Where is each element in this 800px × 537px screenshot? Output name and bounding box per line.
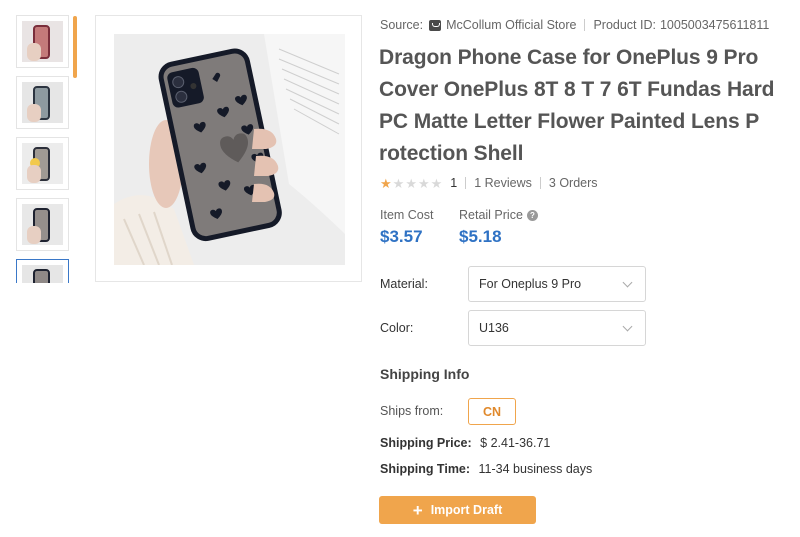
item-cost-label: Item Cost: [380, 208, 434, 222]
material-value: For Oneplus 9 Pro: [479, 277, 582, 291]
help-icon[interactable]: ?: [526, 209, 538, 221]
item-cost-block: Item Cost $3.57: [380, 208, 434, 247]
rating-value: 1: [450, 176, 458, 190]
color-label: Color:: [380, 321, 414, 335]
chevron-down-icon: [622, 277, 633, 287]
ships-from-label: Ships from:: [380, 404, 444, 418]
retail-price-value: $5.18: [459, 227, 502, 246]
main-product-image: [95, 15, 362, 282]
retail-price-block: Retail Price ? $5.18: [459, 208, 538, 247]
thumbnail-4[interactable]: [16, 198, 69, 251]
divider: [465, 177, 467, 189]
thumbnail-3[interactable]: [16, 137, 69, 190]
thumbnail-1[interactable]: [16, 15, 69, 68]
material-label: Material:: [380, 277, 428, 291]
thumbnail-list: [16, 15, 70, 283]
rating-row: ★ ★ ★ ★ ★ 1 1 Reviews 3 Orders: [380, 176, 598, 190]
ships-from-tag[interactable]: CN: [468, 398, 516, 425]
chevron-down-icon: [622, 321, 633, 331]
shipping-price-value: $ 2.41-36.71: [480, 436, 551, 450]
material-select[interactable]: For Oneplus 9 Pro: [468, 266, 646, 302]
product-photo: [114, 34, 345, 265]
color-value: U136: [479, 321, 509, 335]
star-icon: ★: [392, 175, 405, 191]
shipping-time-row: Shipping Time: 11-34 business days: [380, 462, 592, 476]
item-cost-value: $3.57: [380, 227, 423, 246]
product-id-label: Product ID:: [593, 18, 656, 32]
shipping-price-row: Shipping Price: $ 2.41-36.71: [380, 436, 550, 450]
rating-stars: ★ ★ ★ ★ ★: [380, 177, 443, 190]
star-icon: ★: [417, 175, 430, 191]
import-draft-button[interactable]: + Import Draft: [379, 496, 536, 524]
thumbnail-5[interactable]: [16, 259, 69, 283]
reviews-count[interactable]: 1 Reviews: [474, 176, 532, 190]
shipping-time-label: Shipping Time:: [380, 462, 471, 476]
import-draft-label: Import Draft: [430, 503, 503, 517]
shipping-price-label: Shipping Price:: [380, 436, 472, 450]
orders-count: 3 Orders: [548, 176, 598, 190]
star-icon: ★: [405, 175, 417, 191]
plus-icon: +: [412, 500, 423, 520]
color-select[interactable]: U136: [468, 310, 646, 346]
star-icon: ★: [380, 175, 392, 191]
store-icon: [429, 19, 442, 31]
divider: [584, 19, 586, 31]
shipping-heading: Shipping Info: [380, 366, 470, 382]
shipping-time-value: 11-34 business days: [478, 462, 593, 476]
retail-price-label-row: Retail Price ?: [459, 208, 538, 222]
thumbnail-2[interactable]: [16, 76, 69, 129]
product-title: Dragon Phone Case for OnePlus 9 Pro Cove…: [379, 46, 775, 165]
product-id: 1005003475611811: [659, 18, 770, 32]
star-icon: ★: [430, 175, 443, 191]
divider: [539, 177, 541, 189]
thumbnail-scrollbar[interactable]: [73, 16, 77, 78]
retail-price-label: Retail Price: [459, 208, 523, 222]
store-name[interactable]: McCollum Official Store: [446, 18, 576, 32]
source-line: Source: McCollum Official Store Product …: [380, 18, 769, 32]
source-label: Source:: [380, 18, 424, 32]
